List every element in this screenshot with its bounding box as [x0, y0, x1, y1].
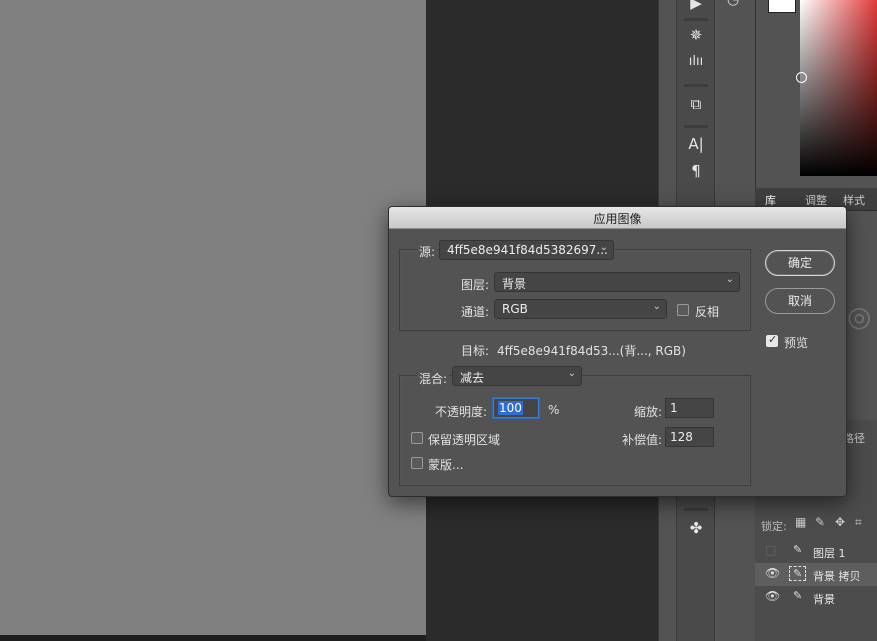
preview-label: 预览	[784, 336, 809, 350]
blending-value: 减去	[460, 371, 485, 385]
lock-pixels-icon[interactable]: ✎	[815, 515, 825, 529]
document-canvas[interactable]	[0, 0, 426, 635]
chevron-down-icon: ⌄	[599, 242, 608, 253]
brush-icon: ✎	[793, 589, 803, 602]
opacity-label: 不透明度:	[435, 405, 488, 419]
layer-name: 背景	[813, 593, 835, 606]
lock-position-icon[interactable]: ✥	[835, 515, 845, 529]
visibility-off-icon[interactable]: □	[765, 543, 776, 557]
clone-source-icon[interactable]: ⧉	[677, 95, 715, 113]
blending-select[interactable]: 减去 ⌄	[452, 366, 582, 386]
play-icon[interactable]: ▶	[677, 0, 715, 12]
lock-transparency-icon[interactable]: ▦	[795, 515, 806, 529]
background-color-swatch[interactable]	[768, 0, 796, 13]
source-select[interactable]: 4ff5e8e941f84d5382697... ⌄	[439, 240, 614, 260]
source-value: 4ff5e8e941f84d5382697...	[447, 243, 608, 257]
layer-name: 图层 1	[813, 547, 846, 560]
blending-label: 混合:	[417, 370, 450, 387]
eye-icon[interactable]: 👁	[765, 566, 780, 580]
dialog-titlebar[interactable]: 应用图像	[389, 207, 846, 229]
layer-value: 背景	[502, 277, 527, 291]
layer-name: 背景 拷贝	[813, 570, 861, 583]
brush-icon: ✎	[789, 566, 807, 581]
offset-value: 128	[670, 430, 693, 444]
channel-value: RGB	[502, 302, 528, 316]
channel-select[interactable]: RGB ⌄	[494, 299, 667, 319]
opacity-value: 100	[498, 401, 523, 415]
character-icon[interactable]: A|	[677, 135, 715, 153]
panel-divider	[684, 18, 708, 21]
layer-label: 图层:	[461, 278, 490, 292]
brush-icon: ✎	[793, 543, 803, 556]
invert-checkbox[interactable]	[677, 304, 689, 316]
target-label: 目标:	[461, 344, 490, 358]
panel-divider	[684, 84, 708, 87]
preserve-transparency-checkbox[interactable]	[411, 432, 423, 444]
dialog-title: 应用图像	[593, 212, 642, 226]
color-picker-handle[interactable]	[796, 72, 807, 83]
scale-label: 缩放:	[634, 405, 663, 419]
brush-settings-icon[interactable]: ✵	[677, 26, 715, 44]
panel-divider	[684, 125, 708, 128]
paragraph-icon[interactable]: ¶	[677, 162, 715, 180]
preserve-transparency-label: 保留透明区域	[428, 433, 501, 447]
panel-divider	[684, 508, 708, 511]
tab-styles[interactable]: 样式	[843, 192, 865, 208]
mask-label: 蒙版...	[428, 458, 464, 472]
layer-row[interactable]: 👁 ✎ 背景	[755, 586, 877, 609]
target-value: 4ff5e8e941f84d53...(背..., RGB)	[497, 344, 686, 358]
canvas-status-strip	[0, 635, 426, 641]
layer-select[interactable]: 背景 ⌄	[494, 272, 740, 292]
offset-label: 补偿值:	[622, 433, 663, 447]
creative-cloud-icon: ◎	[847, 300, 872, 333]
opacity-input[interactable]: 100	[493, 398, 539, 418]
color-picker-field[interactable]	[800, 0, 877, 176]
offset-input[interactable]: 128	[665, 427, 714, 447]
preview-checkbox[interactable]	[766, 333, 778, 347]
channel-label: 通道:	[461, 305, 490, 319]
eye-icon[interactable]: 👁	[765, 589, 780, 603]
invert-label: 反相	[695, 305, 720, 319]
mask-checkbox[interactable]	[411, 457, 423, 469]
lock-artboard-icon[interactable]: ⌗	[855, 515, 862, 530]
history-icon[interactable]: ◔	[727, 0, 739, 8]
chevron-down-icon: ⌄	[567, 368, 576, 379]
opacity-unit: %	[548, 403, 560, 417]
layer-row-selected[interactable]: 👁 ✎ 背景 拷贝	[755, 563, 877, 586]
cancel-button[interactable]: 取消	[765, 288, 835, 314]
ok-button[interactable]: 确定	[765, 250, 835, 276]
chevron-down-icon: ⌄	[725, 274, 734, 285]
lock-label: 锁定:	[761, 520, 787, 533]
brush-presets-icon[interactable]: ılıı	[677, 54, 715, 69]
scale-value: 1	[670, 401, 678, 415]
apply-image-dialog: 应用图像 源: 4ff5e8e941f84d5382697... ⌄ 图层: 背…	[388, 206, 847, 497]
layer-row[interactable]: □ ✎ 图层 1	[755, 540, 877, 563]
scale-input[interactable]: 1	[665, 398, 714, 418]
source-label: 源:	[417, 243, 438, 260]
extensions-icon[interactable]: ✤	[677, 519, 715, 537]
chevron-down-icon: ⌄	[652, 301, 661, 312]
